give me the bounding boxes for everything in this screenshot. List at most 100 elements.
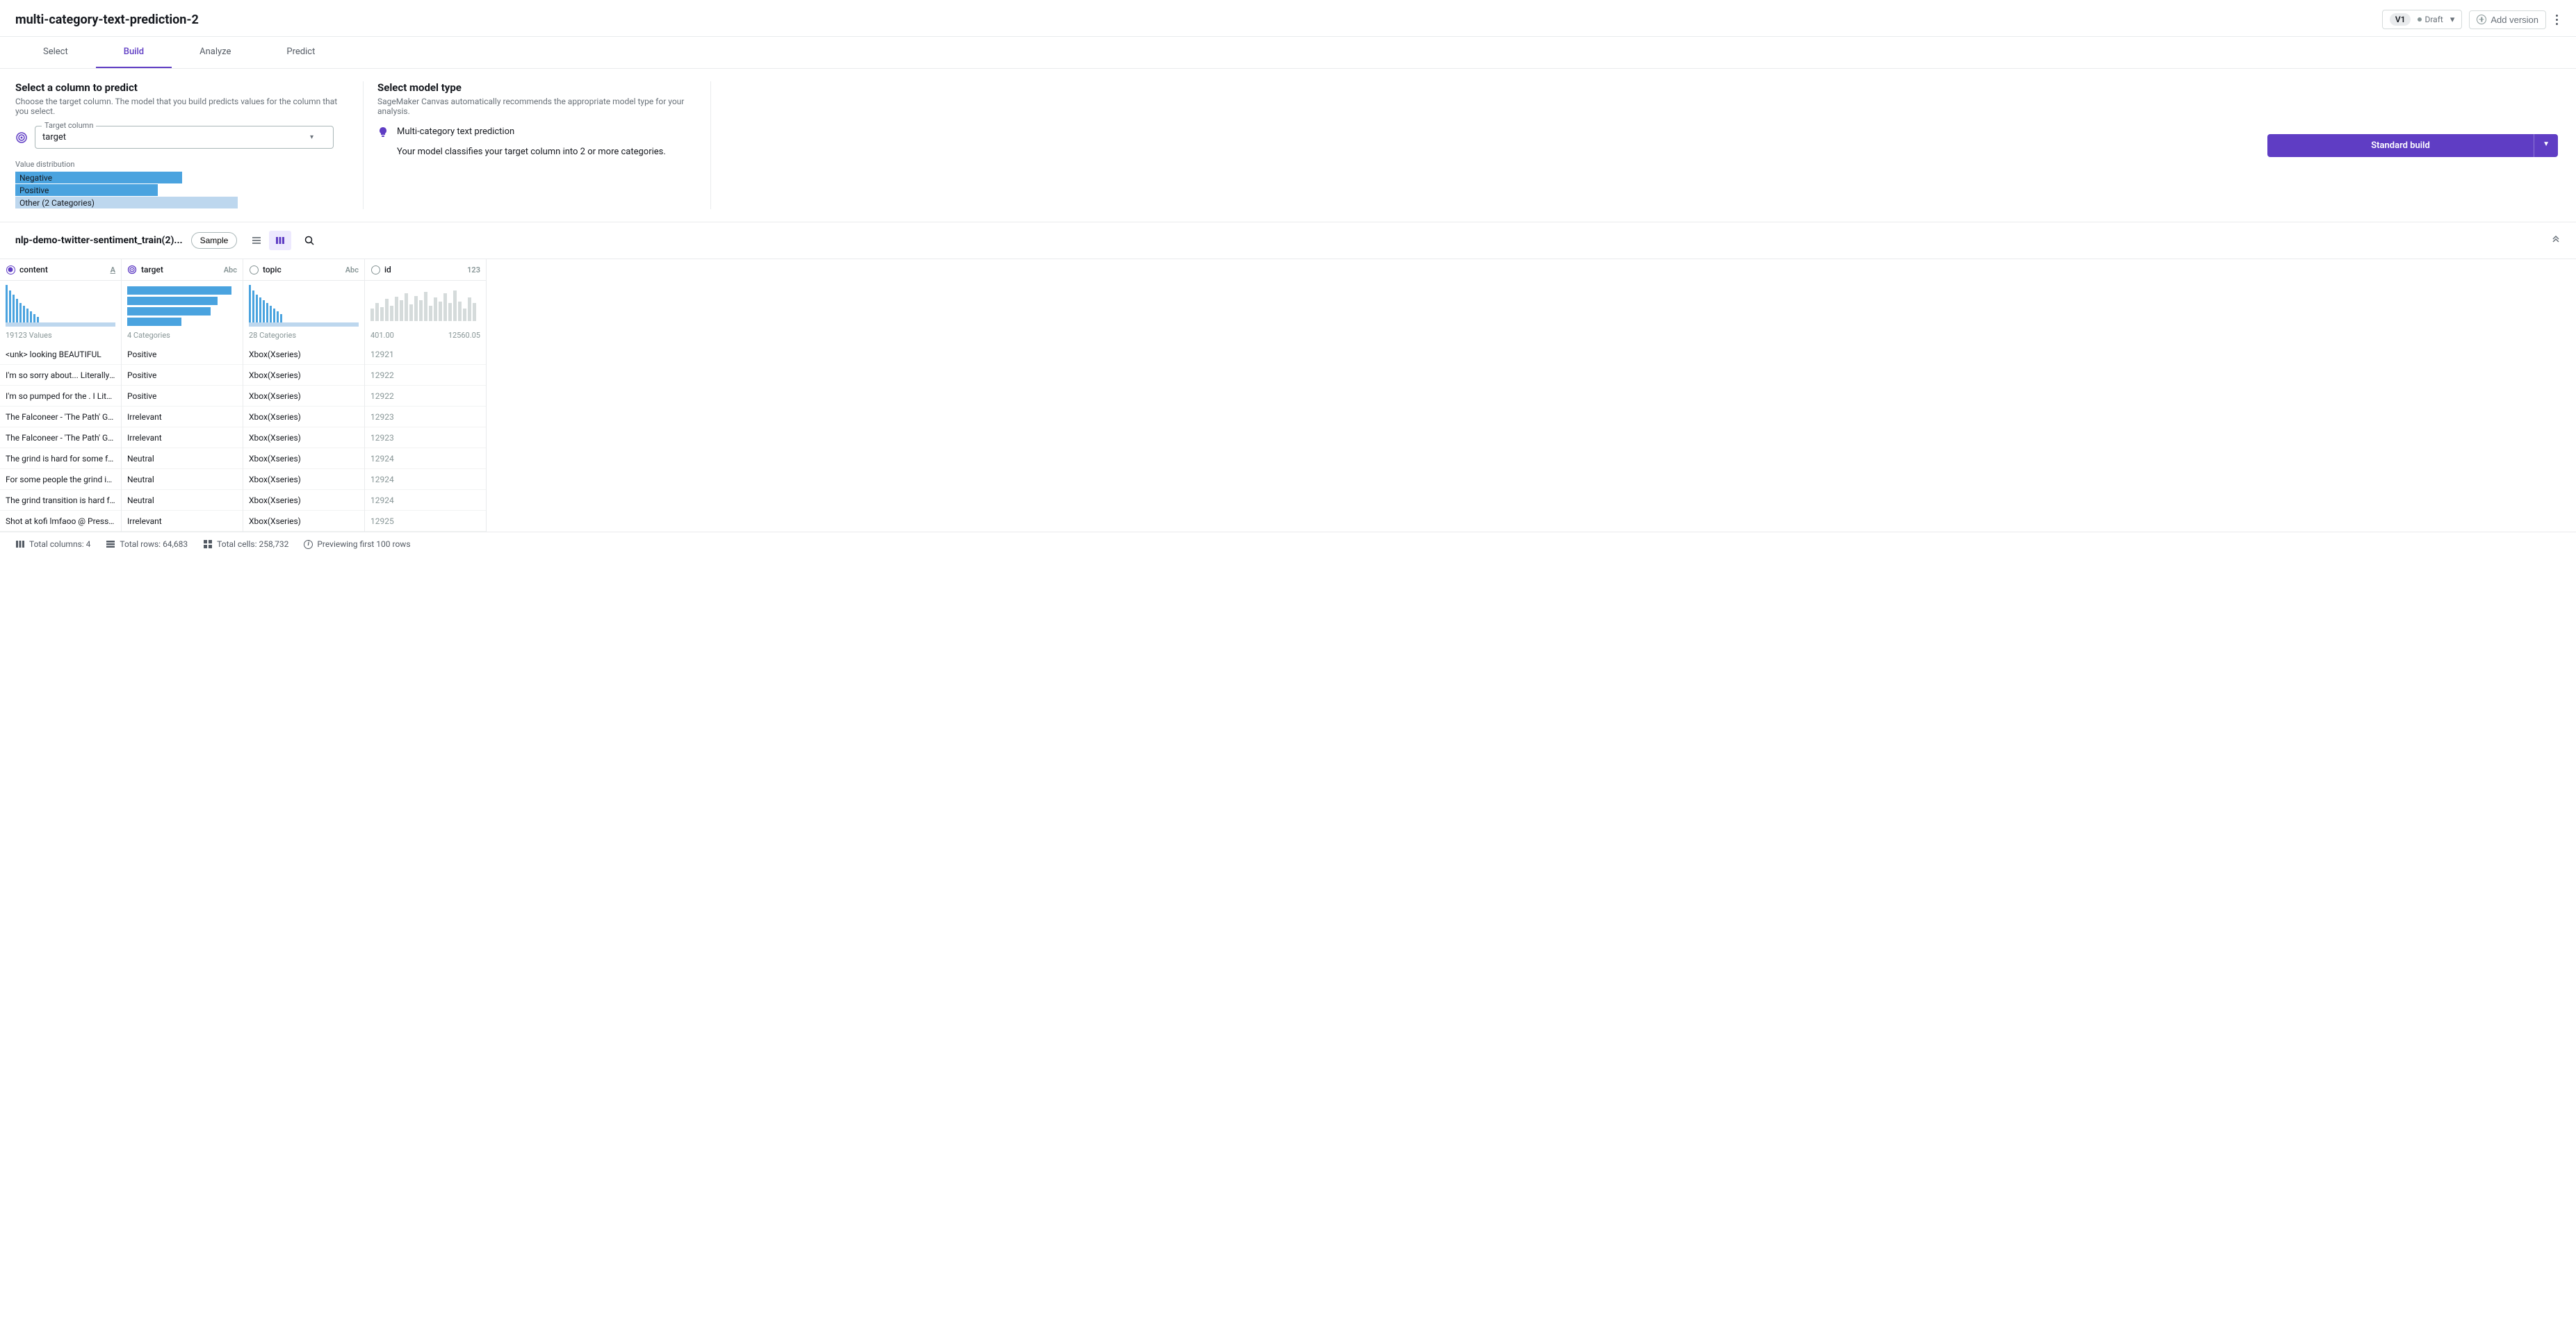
topic-summary: 28 Categories xyxy=(243,329,364,344)
target-icon xyxy=(15,131,28,144)
target-summary: 4 Categories xyxy=(122,329,243,344)
dataset-name: nlp-demo-twitter-sentiment_train(2)... xyxy=(15,235,183,246)
standard-build-button[interactable]: Standard build ▼ xyxy=(2267,134,2558,157)
cell: For some people the grind is eve... xyxy=(0,469,121,490)
predict-panel-subtitle: Choose the target column. The model that… xyxy=(15,97,349,116)
radio-unselected-icon xyxy=(249,265,259,274)
cell: 12924 xyxy=(365,448,486,469)
cell: Xbox(Xseries) xyxy=(243,427,364,448)
info-icon: i xyxy=(304,540,313,549)
column-name: content xyxy=(19,265,48,274)
cell: I'm so pumped for the . I Literall... xyxy=(0,386,121,407)
cell: Irrelevant xyxy=(122,511,243,532)
cell: I'm so sorry about... Literally can... xyxy=(0,365,121,386)
cell: Positive xyxy=(122,386,243,407)
columns-icon xyxy=(15,539,25,549)
more-actions-button[interactable] xyxy=(2553,12,2561,28)
model-type-subtitle: SageMaker Canvas automatically recommend… xyxy=(377,97,696,116)
cell: Xbox(Xseries) xyxy=(243,407,364,427)
add-version-label: Add version xyxy=(2491,15,2538,25)
cell: The grind is hard for some folks ... xyxy=(0,448,121,469)
list-view-button[interactable] xyxy=(245,231,268,250)
rows-icon xyxy=(106,539,115,549)
add-version-button[interactable]: Add version xyxy=(2469,10,2546,29)
footer-total-cells: Total cells: 258,732 xyxy=(203,539,288,549)
tab-analyze[interactable]: Analyze xyxy=(172,37,259,68)
build-button-label: Standard build xyxy=(2267,134,2534,157)
id-summary: 401.00 12560.05 xyxy=(365,329,486,344)
cell: Shot at kofi lmfaoo @ PressStar... xyxy=(0,511,121,532)
chevron-down-icon: ▾ xyxy=(310,133,313,141)
footer-preview-note: i Previewing first 100 rows xyxy=(304,539,410,549)
vd-bar-negative: Negative xyxy=(15,172,182,183)
grid-icon xyxy=(203,539,213,549)
column-header-topic[interactable]: topic Abc xyxy=(243,259,364,281)
cell: 12924 xyxy=(365,490,486,511)
column-type-label: Abc xyxy=(345,265,359,274)
cell: The Falconeer - 'The Path' Game... xyxy=(0,427,121,448)
target-icon xyxy=(127,265,137,274)
lightbulb-icon xyxy=(377,126,389,140)
cell: The Falconeer - 'The Path' Game... xyxy=(0,407,121,427)
cell: Neutral xyxy=(122,490,243,511)
cell: 12921 xyxy=(365,344,486,365)
footer-total-columns: Total columns: 4 xyxy=(15,539,90,549)
cell: Xbox(Xseries) xyxy=(243,448,364,469)
cell: Neutral xyxy=(122,469,243,490)
tab-predict[interactable]: Predict xyxy=(259,37,343,68)
model-type-desc: Your model classifies your target column… xyxy=(397,147,666,157)
cell: 12922 xyxy=(365,386,486,407)
cell: Xbox(Xseries) xyxy=(243,365,364,386)
chevron-down-icon: ▾ xyxy=(2450,15,2455,25)
column-header-target[interactable]: target Abc xyxy=(122,259,243,281)
cell: 12923 xyxy=(365,427,486,448)
model-type-name: Multi-category text prediction xyxy=(397,126,666,138)
topic-mini-chart xyxy=(243,281,364,329)
sample-button[interactable]: Sample xyxy=(191,232,238,249)
vd-bar-other: Other (2 Categories) xyxy=(15,197,238,208)
data-grid: content A 19123 Values <unk> looking BEA… xyxy=(0,259,2576,532)
cell: <unk> looking BEAUTIFUL xyxy=(0,344,121,365)
page-title: multi-category-text-prediction-2 xyxy=(15,13,199,27)
build-button-dropdown[interactable]: ▼ xyxy=(2534,134,2558,157)
column-name: topic xyxy=(263,265,282,274)
version-status: Draft xyxy=(2418,15,2443,24)
cell: Xbox(Xseries) xyxy=(243,511,364,532)
column-header-content[interactable]: content A xyxy=(0,259,121,281)
target-column-label: Target column xyxy=(42,121,96,130)
collapse-icon[interactable] xyxy=(2551,234,2561,247)
value-distribution-label: Value distribution xyxy=(15,160,349,169)
cell: Xbox(Xseries) xyxy=(243,344,364,365)
cell: Neutral xyxy=(122,448,243,469)
search-button[interactable] xyxy=(300,231,319,250)
radio-selected-icon xyxy=(6,265,15,274)
cell: Xbox(Xseries) xyxy=(243,490,364,511)
version-selector[interactable]: V1 Draft ▾ xyxy=(2382,10,2463,29)
cell: 12925 xyxy=(365,511,486,532)
target-mini-chart xyxy=(122,281,243,329)
column-type-text-icon: A xyxy=(111,265,115,274)
tab-select[interactable]: Select xyxy=(15,37,96,68)
cell: The grind transition is hard for s... xyxy=(0,490,121,511)
cell: Irrelevant xyxy=(122,427,243,448)
content-mini-chart xyxy=(0,281,121,329)
cell: 12924 xyxy=(365,469,486,490)
version-pill: V1 xyxy=(2390,13,2411,26)
cell: Xbox(Xseries) xyxy=(243,469,364,490)
column-type-label: Abc xyxy=(224,265,237,274)
tab-build[interactable]: Build xyxy=(96,37,172,68)
column-header-id[interactable]: id 123 xyxy=(365,259,486,281)
target-column-value: target xyxy=(42,132,66,142)
cell: Positive xyxy=(122,344,243,365)
column-name: target xyxy=(141,265,163,274)
cell: Positive xyxy=(122,365,243,386)
main-tabs: Select Build Analyze Predict xyxy=(0,37,2576,69)
radio-unselected-icon xyxy=(370,265,380,274)
vd-bar-positive: Positive xyxy=(15,184,158,196)
value-distribution-chart: Negative Positive Other (2 Categories) xyxy=(15,172,349,208)
cell: Xbox(Xseries) xyxy=(243,386,364,407)
column-type-label: 123 xyxy=(467,265,480,274)
footer-total-rows: Total rows: 64,683 xyxy=(106,539,188,549)
column-view-button[interactable] xyxy=(269,231,291,250)
cell: Irrelevant xyxy=(122,407,243,427)
